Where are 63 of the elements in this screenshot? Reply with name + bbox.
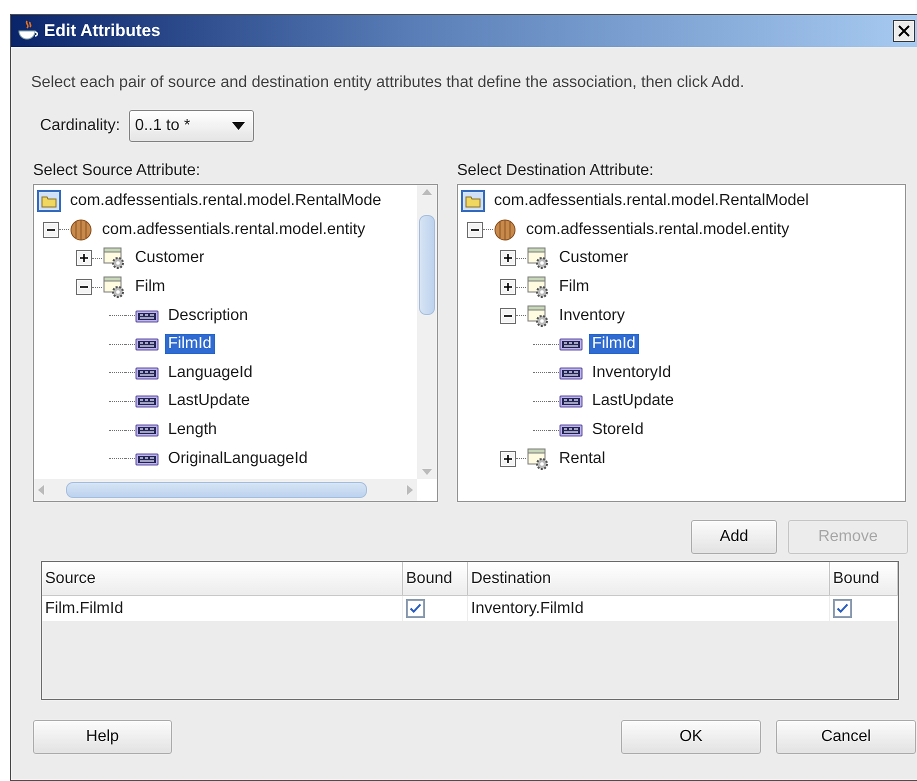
scrollbar-thumb[interactable] — [419, 215, 435, 315]
column-header[interactable]: Destination — [468, 562, 830, 595]
tree-item[interactable]: InventoryId — [589, 362, 674, 383]
tree-item[interactable]: Rental — [556, 448, 608, 469]
tree-item[interactable]: LastUpdate — [165, 391, 253, 412]
window-title: Edit Attributes — [44, 21, 162, 41]
ok-button[interactable]: OK — [621, 720, 761, 754]
folder-icon — [461, 189, 485, 214]
collapse-icon[interactable] — [500, 308, 516, 324]
tree-item[interactable]: FilmId — [165, 334, 215, 354]
tree-item[interactable]: Customer — [132, 248, 208, 268]
tree-item[interactable]: Customer — [556, 248, 632, 268]
column-header[interactable]: Bound — [403, 562, 468, 595]
gear-table-icon — [526, 246, 550, 270]
tree-label: Select Destination Attribute: — [457, 162, 655, 181]
table-cell: Inventory.FilmId — [471, 600, 584, 618]
tree-label: Select Source Attribute: — [33, 162, 202, 181]
gear-table-icon — [102, 275, 126, 300]
horizontal-scrollbar[interactable] — [34, 479, 417, 501]
tree-item[interactable]: Film — [556, 277, 592, 298]
bound-checkbox[interactable] — [833, 599, 852, 618]
tree-item[interactable]: Description — [165, 306, 252, 326]
gear-table-icon — [526, 275, 550, 300]
tree-item[interactable]: com.adfessentials.rental.model.entity — [523, 220, 792, 240]
gear-table-icon — [526, 446, 550, 471]
column-header[interactable]: Bound — [830, 562, 898, 595]
add-button[interactable]: Add — [691, 520, 777, 554]
collapse-icon[interactable] — [467, 222, 483, 238]
tree-item[interactable]: OriginalLanguageId — [165, 448, 311, 469]
expand-icon[interactable] — [500, 279, 516, 296]
vertical-scrollbar[interactable] — [417, 185, 437, 479]
expand-icon[interactable] — [500, 250, 516, 266]
expand-icon[interactable] — [76, 250, 92, 266]
barrel-icon — [493, 218, 517, 242]
cardinality-label: Cardinality: — [40, 117, 120, 135]
tree-item[interactable]: LastUpdate — [589, 391, 677, 412]
help-button[interactable]: Help — [33, 720, 172, 754]
tree-item[interactable]: Inventory — [556, 306, 628, 326]
gear-table-icon — [526, 304, 550, 328]
bound-checkbox[interactable] — [406, 599, 425, 618]
collapse-icon[interactable] — [43, 222, 59, 238]
tree-item[interactable]: com.adfessentials.rental.model.RentalMode — [67, 191, 384, 212]
barrel-icon — [69, 218, 93, 242]
tree-item[interactable]: LanguageId — [165, 362, 256, 383]
scrollbar-thumb[interactable] — [66, 482, 367, 498]
tree-item[interactable]: Length — [165, 420, 220, 440]
tree-item[interactable]: Film — [132, 277, 168, 298]
cancel-button[interactable]: Cancel — [776, 720, 916, 754]
collapse-icon[interactable] — [76, 279, 92, 296]
tree-item[interactable]: com.adfessentials.rental.model.entity — [99, 220, 368, 240]
close-icon — [898, 25, 910, 37]
folder-icon — [37, 189, 61, 214]
table-cell: Film.FilmId — [45, 600, 124, 618]
tree-item[interactable]: com.adfessentials.rental.model.RentalModel — [491, 191, 812, 212]
tree-item[interactable]: FilmId — [589, 334, 639, 354]
expand-icon[interactable] — [500, 450, 516, 467]
caret-icon — [232, 122, 246, 130]
tree-item[interactable]: StoreId — [589, 420, 647, 440]
instruction-text: Select each pair of source and destination entity attributes that define the association, then click Add. — [31, 74, 744, 92]
gear-table-icon — [102, 246, 126, 270]
close-button[interactable] — [893, 20, 915, 42]
cardinality-dropdown[interactable]: 0..1 to * — [129, 110, 254, 142]
column-header[interactable]: Source — [42, 562, 403, 595]
